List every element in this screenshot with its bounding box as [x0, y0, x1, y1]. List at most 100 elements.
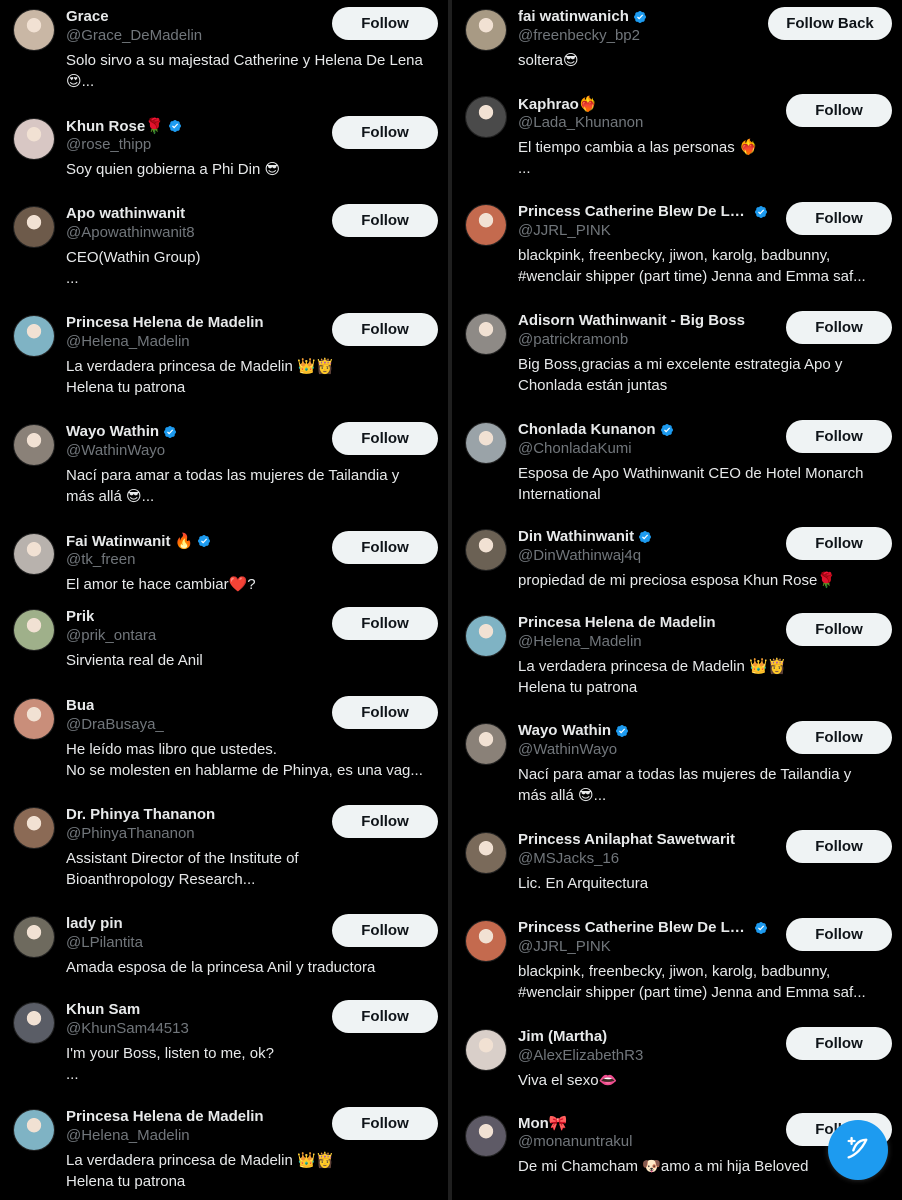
- verified-badge-icon: [660, 423, 674, 437]
- avatar[interactable]: [465, 313, 507, 355]
- display-name[interactable]: Princesa Helena de Madelin: [66, 1108, 264, 1125]
- follow-button[interactable]: Follow: [786, 918, 892, 951]
- avatar[interactable]: [465, 723, 507, 765]
- avatar[interactable]: [465, 204, 507, 246]
- verified-badge-icon: [168, 119, 182, 133]
- follow-back-button[interactable]: Follow Back: [768, 7, 892, 40]
- name-row: Wayo Wathin: [66, 423, 177, 440]
- follow-button[interactable]: Follow: [332, 914, 438, 947]
- display-name[interactable]: Princesa Helena de Madelin: [518, 614, 716, 631]
- avatar[interactable]: [13, 533, 55, 575]
- display-name[interactable]: Dr. Phinya Thananon: [66, 806, 215, 823]
- display-name[interactable]: Jim (Martha): [518, 1028, 607, 1045]
- display-name[interactable]: Chonlada Kunanon: [518, 421, 656, 438]
- follow-button[interactable]: Follow: [786, 1027, 892, 1060]
- user-handle: @Apowathinwanit8: [66, 224, 195, 241]
- follow-button[interactable]: Follow: [332, 607, 438, 640]
- follow-button[interactable]: Follow: [332, 7, 438, 40]
- avatar[interactable]: [13, 1002, 55, 1044]
- display-name[interactable]: Khun Sam: [66, 1001, 140, 1018]
- display-name[interactable]: Adisorn Wathinwanit - Big Boss: [518, 312, 745, 329]
- user-handle: @monanuntrakul: [518, 1133, 633, 1150]
- avatar[interactable]: [465, 832, 507, 874]
- display-name[interactable]: Princess Anilaphat Sawetwarit: [518, 831, 735, 848]
- display-name[interactable]: Princess Catherine Blew De Lai...: [518, 203, 750, 220]
- follow-button[interactable]: Follow: [786, 527, 892, 560]
- verified-badge-icon: [615, 724, 629, 738]
- avatar[interactable]: [13, 424, 55, 466]
- avatar[interactable]: [465, 96, 507, 138]
- follow-button[interactable]: Follow: [332, 696, 438, 729]
- follow-button[interactable]: Follow: [332, 116, 438, 149]
- user-bio: La verdadera princesa de Madelin 👑👸 Hele…: [66, 358, 335, 396]
- user-handle: @PhinyaThananon: [66, 825, 195, 842]
- display-name[interactable]: Wayo Wathin: [66, 423, 159, 440]
- name-row: Chonlada Kunanon: [518, 421, 674, 438]
- name-row: Jim (Martha): [518, 1028, 607, 1045]
- follow-button[interactable]: Follow: [786, 311, 892, 344]
- avatar[interactable]: [465, 529, 507, 571]
- display-name[interactable]: Khun Rose🌹: [66, 117, 164, 135]
- avatar[interactable]: [13, 9, 55, 51]
- avatar[interactable]: [13, 807, 55, 849]
- name-row: Princess Catherine Blew De Lai...: [518, 919, 768, 936]
- avatar[interactable]: [13, 315, 55, 357]
- follow-button[interactable]: Follow: [786, 613, 892, 646]
- follow-button[interactable]: Follow: [332, 313, 438, 346]
- avatar[interactable]: [13, 698, 55, 740]
- avatar[interactable]: [13, 118, 55, 160]
- avatar[interactable]: [465, 615, 507, 657]
- name-row: Princesa Helena de Madelin: [66, 314, 264, 331]
- avatar[interactable]: [465, 1029, 507, 1071]
- display-name[interactable]: Fai Watinwanit 🔥: [66, 532, 193, 550]
- display-name[interactable]: Din Wathinwanit: [518, 528, 634, 545]
- compose-post-icon: [844, 1134, 872, 1167]
- follow-button[interactable]: Follow: [332, 204, 438, 237]
- display-name[interactable]: Wayo Wathin: [518, 722, 611, 739]
- follow-button[interactable]: Follow: [332, 1107, 438, 1140]
- compose-post-button[interactable]: [828, 1120, 888, 1180]
- display-name[interactable]: Kaphrao❤️‍🔥: [518, 95, 598, 113]
- display-name[interactable]: fai watinwanich: [518, 8, 629, 25]
- avatar[interactable]: [465, 422, 507, 464]
- name-row: Apo wathinwanit: [66, 205, 185, 222]
- follow-button[interactable]: Follow: [332, 805, 438, 838]
- verified-badge-icon: [754, 205, 768, 219]
- avatar[interactable]: [13, 206, 55, 248]
- avatar[interactable]: [465, 9, 507, 51]
- follow-button[interactable]: Follow: [332, 531, 438, 564]
- user-bio: Nací para amar a todas las mujeres de Ta…: [518, 766, 852, 804]
- verified-badge-icon: [163, 425, 177, 439]
- follow-button[interactable]: Follow: [786, 721, 892, 754]
- user-bio: El tiempo cambia a las personas ❤️‍🔥 ...: [518, 139, 758, 177]
- user-handle: @tk_freen: [66, 551, 136, 568]
- follow-button[interactable]: Follow: [332, 1000, 438, 1033]
- display-name[interactable]: Princess Catherine Blew De Lai...: [518, 919, 750, 936]
- avatar[interactable]: [13, 609, 55, 651]
- user-bio: La verdadera princesa de Madelin 👑👸 Hele…: [66, 1152, 335, 1190]
- follow-button[interactable]: Follow: [786, 830, 892, 863]
- user-handle: @KhunSam44513: [66, 1020, 189, 1037]
- name-row: Adisorn Wathinwanit - Big Boss: [518, 312, 745, 329]
- display-name[interactable]: Grace: [66, 8, 109, 25]
- display-name[interactable]: Prik: [66, 608, 94, 625]
- display-name[interactable]: lady pin: [66, 915, 123, 932]
- follow-button[interactable]: Follow: [786, 202, 892, 235]
- name-row: Prik: [66, 608, 94, 625]
- user-bio: soltera😎: [518, 52, 579, 69]
- avatar[interactable]: [13, 916, 55, 958]
- user-handle: @freenbecky_bp2: [518, 27, 640, 44]
- avatar[interactable]: [13, 1109, 55, 1151]
- display-name[interactable]: Bua: [66, 697, 94, 714]
- user-bio: Soy quien gobierna a Phi Din 😎: [66, 161, 281, 178]
- name-row: Fai Watinwanit 🔥: [66, 532, 211, 550]
- avatar[interactable]: [465, 920, 507, 962]
- avatar[interactable]: [465, 1115, 507, 1157]
- follow-button[interactable]: Follow: [786, 420, 892, 453]
- display-name[interactable]: Apo wathinwanit: [66, 205, 185, 222]
- follow-button[interactable]: Follow: [332, 422, 438, 455]
- user-bio: Viva el sexo👄: [518, 1072, 618, 1089]
- display-name[interactable]: Mon🎀: [518, 1114, 568, 1132]
- display-name[interactable]: Princesa Helena de Madelin: [66, 314, 264, 331]
- follow-button[interactable]: Follow: [786, 94, 892, 127]
